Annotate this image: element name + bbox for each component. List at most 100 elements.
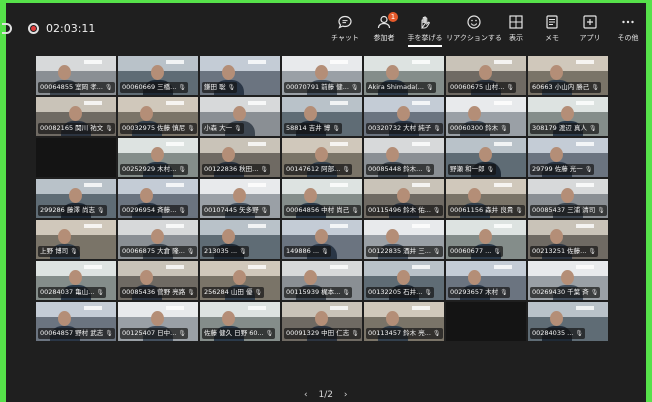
participant-head (478, 147, 492, 163)
participant-tile[interactable]: 00293657 木村 🎙 (446, 261, 526, 300)
participant-tile[interactable]: 299286 藤澤 尚志 🎙 (36, 179, 116, 218)
participant-name-label: 00060675 山村... 🎙 (448, 82, 516, 93)
participant-name-label: 00269430 千葉 斉 🎙 (530, 287, 601, 298)
participant-name-label: 00085437 三浦 清司 🎙 (530, 205, 607, 216)
ceiling-light (576, 141, 594, 146)
participant-head (150, 311, 164, 327)
participant-tile[interactable]: 00085437 三浦 清司 🎙 (528, 179, 608, 218)
participant-name: 00060669 三橋... (122, 83, 177, 91)
participant-name-label: 鎌田 聡 🎙 (202, 82, 238, 93)
participant-tile[interactable]: 00085436 菅野 亮路 🎙 (118, 261, 198, 300)
participant-tile[interactable]: 00066875 大倉 隆... 🎙 (118, 220, 198, 259)
participant-tile[interactable]: 小森 大一 🎙 (200, 97, 280, 136)
participant-tile[interactable]: 00032975 佐藤 慎尼 🎙 (118, 97, 198, 136)
participant-tile[interactable]: 00085448 鈴木... 🎙 (364, 138, 444, 177)
participant-name: 00032975 佐藤 慎尼 (122, 124, 186, 132)
participant-name-label: 00064855 室岡 孝... 🎙 (38, 82, 115, 93)
mic-muted-icon: 🎙 (342, 166, 350, 173)
participant-head (140, 188, 154, 204)
participant-tile[interactable]: 上野 博司 🎙 (36, 220, 116, 259)
participants-badge: 1 (388, 12, 398, 22)
participant-tile[interactable]: 00115939 梶本... 🎙 (282, 261, 362, 300)
participant-tile[interactable]: 256284 山田 優 🎙 (200, 261, 280, 300)
participant-tile[interactable]: 60663 小山内 勝己 🎙 (528, 56, 608, 95)
prev-page-button[interactable]: ‹ (304, 390, 308, 400)
participant-tile[interactable]: 00122835 酒井 三... 🎙 (364, 220, 444, 259)
participant-tile[interactable]: 00064855 室岡 孝... 🎙 (36, 56, 116, 95)
reaction-button[interactable]: リアクションする (446, 3, 502, 49)
room-background (528, 302, 608, 317)
room-background (282, 97, 362, 112)
participant-tile[interactable]: 00060669 三橋... 🎙 (118, 56, 198, 95)
participant-tile[interactable]: 00061156 森井 良貴 🎙 (446, 179, 526, 218)
participant-tile[interactable]: 00113457 鈴木 亮... 🎙 (364, 302, 444, 341)
participant-tile[interactable]: 00091329 中田 仁志 🎙 (282, 302, 362, 341)
participant-name-label: 29799 佐藤 光一 🎙 (530, 164, 595, 175)
mic-muted-icon: 🎙 (187, 125, 195, 132)
participant-tile[interactable]: 00252929 木村... 🎙 (118, 138, 198, 177)
ceiling-light (84, 59, 102, 64)
participant-tile[interactable]: 00284037 亀山... 🎙 (36, 261, 116, 300)
participant-tile[interactable]: 308179 渡辺 真人 🎙 (528, 97, 608, 136)
page-indicator: 1/2 (318, 390, 333, 400)
participant-head (386, 65, 400, 81)
participant-name-label: 256284 山田 優 🎙 (202, 287, 265, 298)
participant-tile[interactable]: Akira Shimada(... 🎙 (364, 56, 444, 95)
participant-tile[interactable]: 213035 ... 🎙 (200, 220, 280, 259)
mic-muted-icon: 🎙 (432, 207, 441, 214)
mic-muted-icon: 🎙 (321, 248, 329, 255)
ceiling-light (330, 100, 348, 105)
participant-tile[interactable]: 29799 佐藤 光一 🎙 (528, 138, 608, 177)
participant-tile[interactable] (36, 138, 116, 177)
participant-tile[interactable]: 00132205 石井... 🎙 (364, 261, 444, 300)
ceiling-light (248, 141, 266, 146)
view-button[interactable]: 表示 (504, 3, 528, 49)
participant-tile[interactable]: 00115496 鈴木 佑... 🎙 (364, 179, 444, 218)
participant-tile[interactable]: 鎌田 聡 🎙 (200, 56, 280, 95)
participant-tile[interactable] (446, 302, 526, 341)
participant-head (560, 270, 574, 286)
ceiling-light (166, 305, 184, 310)
participant-tile[interactable]: 58814 吉井 博 🎙 (282, 97, 362, 136)
participant-tile[interactable]: 149886 ... 🎙 (282, 220, 362, 259)
participant-name-label: 00060300 鈴木 🎙 (448, 123, 510, 134)
participant-tile[interactable]: 00125407 日中... 🎙 (118, 302, 198, 341)
participant-tile[interactable]: 00213251 佐藤... 🎙 (528, 220, 608, 259)
panel-icon[interactable] (2, 23, 12, 34)
participant-tile[interactable]: 00064856 中村 尚己 🎙 (282, 179, 362, 218)
participant-tile[interactable]: 00060677 ... 🎙 (446, 220, 526, 259)
participant-tile[interactable]: 野瀬 和一郎 🎙 (446, 138, 526, 177)
apps-button[interactable]: アプリ (576, 3, 604, 49)
ceiling-light (494, 223, 512, 228)
participant-tile[interactable]: 佐藤 健久 日野 60... 🎙 (200, 302, 280, 341)
mic-muted-icon: 🎙 (506, 84, 514, 91)
mic-muted-icon: 🎙 (424, 289, 432, 296)
raise-hand-button[interactable]: 手を挙げる (406, 3, 444, 49)
ceiling-light (576, 100, 594, 105)
participant-head (68, 106, 82, 122)
participant-tile[interactable]: 00070791 前藤 健... 🎙 (282, 56, 362, 95)
next-page-button[interactable]: › (344, 390, 348, 400)
participant-tile[interactable]: 00082165 関川 祐文 🎙 (36, 97, 116, 136)
participant-name: 佐藤 健久 日野 60... (204, 329, 264, 337)
participant-tile[interactable]: 00107445 矢多野 🎙 (200, 179, 280, 218)
mic-muted-icon: 🎙 (588, 248, 596, 255)
participants-button[interactable]: 1 参加者 (366, 3, 402, 49)
participant-tile[interactable]: 00284035 ... 🎙 (528, 302, 608, 341)
participant-tile[interactable]: 00122836 秋田... 🎙 (200, 138, 280, 177)
participant-tile[interactable]: 00060675 山村... 🎙 (446, 56, 526, 95)
participant-tile[interactable]: 00060300 鈴木 🎙 (446, 97, 526, 136)
participant-tile[interactable]: 00147612 阿部... 🎙 (282, 138, 362, 177)
ceiling-light (84, 182, 102, 187)
participant-tile[interactable]: 00296954 斉藤... 🎙 (118, 179, 198, 218)
more-button[interactable]: その他 (614, 3, 642, 49)
notes-button[interactable]: メモ (540, 3, 564, 49)
participant-head (386, 311, 400, 327)
chat-button[interactable]: チャット (328, 3, 362, 49)
participant-name-label: 00122835 酒井 三... 🎙 (366, 246, 443, 257)
participant-name-label: Akira Shimada(... 🎙 (366, 82, 436, 93)
participant-head (150, 229, 164, 245)
participant-tile[interactable]: 00269430 千葉 斉 🎙 (528, 261, 608, 300)
participant-tile[interactable]: 00064857 野村 武志 🎙 (36, 302, 116, 341)
participant-tile[interactable]: 00320732 大村 純子 🎙 (364, 97, 444, 136)
